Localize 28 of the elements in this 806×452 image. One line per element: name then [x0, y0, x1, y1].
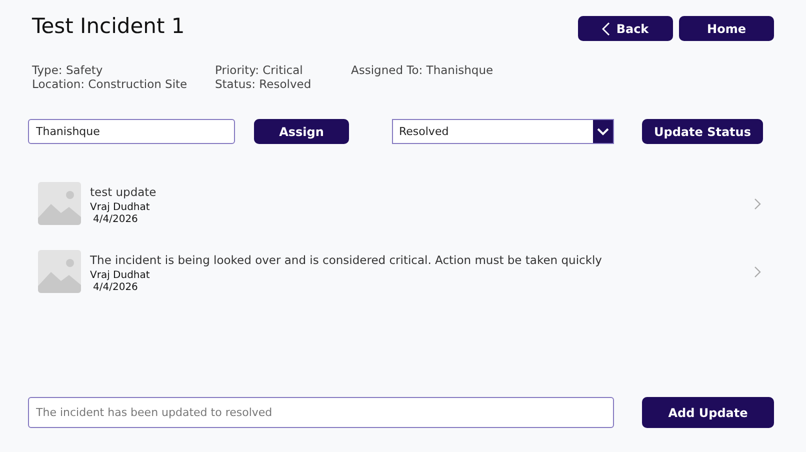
- chevron-left-icon: [602, 22, 610, 36]
- detail-text: Priority: Critical: [215, 63, 304, 77]
- update-author: Vraj Dudhat: [90, 270, 151, 280]
- update-text: The incident is being looked over and is considered critical. Action must be taken quickly: [90, 252, 603, 266]
- chevron-right-icon: [754, 198, 762, 210]
- detail-text: Assigned To: Thanishque: [351, 63, 494, 77]
- chevron-right-icon: [754, 266, 762, 278]
- update-item[interactable]: test update Vraj Dudhat 4/4/2026: [38, 182, 774, 225]
- update-field[interactable]: The incident has been updated to resolved: [28, 397, 614, 428]
- image-placeholder-icon: [38, 250, 81, 293]
- add-update-button[interactable]: Add Update: [642, 397, 774, 428]
- update-item[interactable]: The incident is being looked over and is considered critical. Action must be taken quickly Vraj Dudhat 4/4/2026: [38, 250, 774, 293]
- detail-text: Status: Resolved: [215, 77, 312, 91]
- back-button[interactable]: Back: [578, 16, 673, 41]
- update-author: Vraj Dudhat: [90, 202, 151, 212]
- status-dropdown[interactable]: Resolved: [392, 119, 614, 144]
- assignee-field[interactable]: Thanishque: [28, 119, 235, 144]
- detail-text: Type: Safety: [32, 63, 104, 77]
- update-status-button[interactable]: Update Status: [642, 119, 763, 144]
- nav-button[interactable]: Home: [679, 16, 774, 41]
- detail-text: Location: Construction Site: [32, 77, 188, 91]
- assign-button[interactable]: Assign: [254, 119, 349, 144]
- update-date: 4/4/2026: [92, 282, 139, 292]
- chevron-down-icon: [597, 128, 609, 136]
- image-placeholder-icon: [38, 182, 81, 225]
- update-text: test update: [90, 184, 158, 198]
- update-date: 4/4/2026: [92, 214, 139, 224]
- page-title: Test Incident 1: [32, 14, 185, 38]
